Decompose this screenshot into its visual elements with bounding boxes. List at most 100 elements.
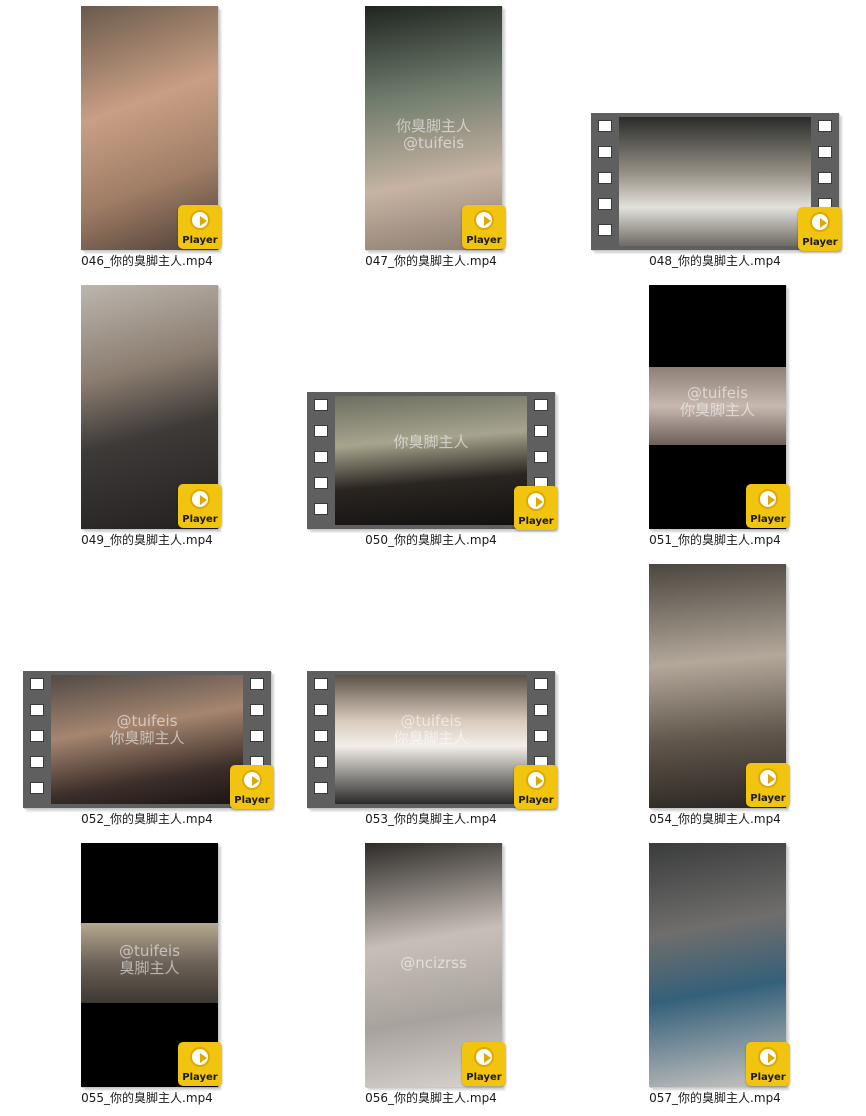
- video-thumbnail[interactable]: 你臭脚主人 @tuifeis Player: [365, 6, 506, 250]
- video-file-item[interactable]: @tuifeis 你臭脚主人 Player 051_你的臭脚主人.mp4: [573, 279, 857, 558]
- player-badge[interactable]: Player: [178, 1042, 222, 1086]
- file-name-label: 051_你的臭脚主人.mp4: [649, 533, 781, 547]
- film-sprocket-hole: [250, 704, 264, 716]
- video-file-item[interactable]: @tuifeis 你臭脚主人 Player 052_你的臭脚主人.mp4: [5, 558, 289, 837]
- video-frame: 你臭脚主人: [335, 396, 527, 525]
- video-thumbnail[interactable]: 你臭脚主人 Player: [307, 392, 558, 530]
- play-triangle-icon: [484, 1053, 491, 1063]
- play-triangle-icon: [820, 218, 827, 228]
- video-preview-image: [619, 117, 811, 246]
- play-triangle-icon: [768, 774, 775, 784]
- play-triangle-icon: [536, 776, 543, 786]
- film-sprocket-hole: [534, 730, 548, 742]
- video-file-item[interactable]: Player 048_你的臭脚主人.mp4: [573, 0, 857, 279]
- file-name-label: 055_你的臭脚主人.mp4: [81, 1091, 213, 1105]
- player-badge[interactable]: Player: [462, 205, 506, 249]
- play-triangle-icon: [200, 216, 207, 226]
- film-sprocket-hole: [314, 425, 328, 437]
- film-sprocket-hole: [818, 146, 832, 158]
- player-badge[interactable]: Player: [178, 484, 222, 528]
- film-sprocket-hole: [30, 756, 44, 768]
- player-badge[interactable]: Player: [230, 765, 274, 809]
- film-sprocket-hole: [314, 503, 328, 515]
- film-sprocket-hole: [598, 198, 612, 210]
- video-file-item[interactable]: @ncizrss Player 056_你的臭脚主人.mp4: [289, 837, 573, 1116]
- video-file-item[interactable]: Player 049_你的臭脚主人.mp4: [5, 279, 289, 558]
- play-icon: [810, 212, 830, 232]
- watermark-text: 你臭脚主人: [393, 433, 469, 451]
- film-sprocket-hole: [314, 678, 328, 690]
- player-badge[interactable]: Player: [462, 1042, 506, 1086]
- video-file-item[interactable]: Player 054_你的臭脚主人.mp4: [573, 558, 857, 837]
- video-file-item[interactable]: 你臭脚主人 @tuifeis Player 047_你的臭脚主人.mp4: [289, 0, 573, 279]
- video-file-item[interactable]: 你臭脚主人 Player 050_你的臭脚主人.mp4: [289, 279, 573, 558]
- play-icon: [758, 768, 778, 788]
- video-thumbnail[interactable]: Player: [649, 843, 790, 1087]
- player-badge[interactable]: Player: [746, 1042, 790, 1086]
- video-thumbnail[interactable]: @tuifeis 你臭脚主人 Player: [23, 671, 274, 809]
- file-name-label: 049_你的臭脚主人.mp4: [81, 533, 213, 547]
- video-frame: @tuifeis 你臭脚主人: [51, 675, 243, 804]
- player-badge-label: Player: [802, 237, 838, 248]
- player-badge[interactable]: Player: [514, 765, 558, 809]
- video-thumbnail[interactable]: @ncizrss Player: [365, 843, 506, 1087]
- file-name-label: 054_你的臭脚主人.mp4: [649, 812, 781, 826]
- file-name-label: 056_你的臭脚主人.mp4: [365, 1091, 497, 1105]
- player-badge[interactable]: Player: [746, 763, 790, 807]
- file-name-label: 046_你的臭脚主人.mp4: [81, 254, 213, 268]
- play-icon: [526, 770, 546, 790]
- film-sprocket-hole: [314, 730, 328, 742]
- play-triangle-icon: [252, 776, 259, 786]
- file-name-label: 053_你的臭脚主人.mp4: [365, 812, 497, 826]
- watermark-text: @ncizrss: [400, 954, 467, 972]
- video-thumbnail[interactable]: @tuifeis 你臭脚主人 Player: [307, 671, 558, 809]
- play-icon: [474, 210, 494, 230]
- video-thumbnail[interactable]: Player: [81, 6, 222, 250]
- video-file-item[interactable]: @tuifeis 臭脚主人 Player 055_你的臭脚主人.mp4: [5, 837, 289, 1116]
- video-thumbnail[interactable]: @tuifeis 臭脚主人 Player: [81, 843, 222, 1087]
- film-sprocket-hole: [30, 678, 44, 690]
- player-badge[interactable]: Player: [178, 205, 222, 249]
- player-badge-label: Player: [750, 1072, 786, 1083]
- play-triangle-icon: [768, 1053, 775, 1063]
- video-thumbnail[interactable]: Player: [591, 113, 842, 251]
- play-icon: [190, 1047, 210, 1067]
- film-sprocket-hole: [250, 678, 264, 690]
- watermark-text: 你臭脚主人 @tuifeis: [395, 117, 471, 152]
- play-icon: [758, 1047, 778, 1067]
- video-thumbnail[interactable]: Player: [649, 564, 790, 808]
- video-frame: @tuifeis 你臭脚主人: [335, 675, 527, 804]
- video-file-item[interactable]: Player 057_你的臭脚主人.mp4: [573, 837, 857, 1116]
- play-triangle-icon: [484, 216, 491, 226]
- player-badge[interactable]: Player: [798, 207, 842, 251]
- play-icon: [242, 770, 262, 790]
- player-badge-label: Player: [182, 235, 218, 246]
- player-badge-label: Player: [518, 795, 554, 806]
- player-badge[interactable]: Player: [514, 486, 558, 530]
- play-icon: [758, 489, 778, 509]
- play-icon: [190, 210, 210, 230]
- video-frame: [619, 117, 811, 246]
- film-sprocket-hole: [818, 172, 832, 184]
- film-sprocket-hole: [30, 782, 44, 794]
- film-sprocket-hole: [250, 730, 264, 742]
- player-badge-label: Player: [750, 793, 786, 804]
- video-thumbnail[interactable]: Player: [81, 285, 222, 529]
- film-sprocket-hole: [314, 477, 328, 489]
- player-badge[interactable]: Player: [746, 484, 790, 528]
- film-sprocket-hole: [598, 172, 612, 184]
- film-sprocket-hole: [818, 120, 832, 132]
- play-triangle-icon: [200, 495, 207, 505]
- file-name-label: 048_你的臭脚主人.mp4: [649, 254, 781, 268]
- player-badge-label: Player: [750, 514, 786, 525]
- play-icon: [526, 491, 546, 511]
- film-sprocket-hole: [534, 704, 548, 716]
- file-name-label: 052_你的臭脚主人.mp4: [81, 812, 213, 826]
- video-file-item[interactable]: Player 046_你的臭脚主人.mp4: [5, 0, 289, 279]
- play-triangle-icon: [768, 495, 775, 505]
- video-thumbnail[interactable]: @tuifeis 你臭脚主人 Player: [649, 285, 790, 529]
- film-sprocket-hole: [534, 425, 548, 437]
- video-file-item[interactable]: @tuifeis 你臭脚主人 Player 053_你的臭脚主人.mp4: [289, 558, 573, 837]
- player-badge-label: Player: [518, 516, 554, 527]
- film-sprocket-hole: [534, 399, 548, 411]
